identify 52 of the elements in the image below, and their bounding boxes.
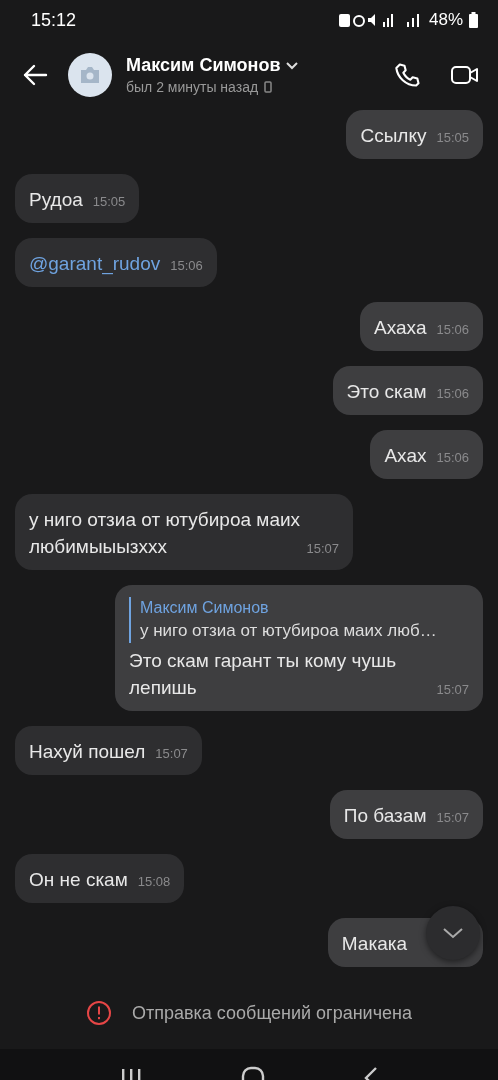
message-text: Ссылку xyxy=(360,125,427,146)
quote-text: у ниго отзиа от ютубироа маих люб… xyxy=(140,620,438,642)
camera-icon xyxy=(79,66,101,84)
message-time: 15:07 xyxy=(155,746,188,762)
message-time: 15:07 xyxy=(436,682,469,698)
message-text: Это скам xyxy=(346,381,427,402)
message-time: 15:07 xyxy=(306,541,339,557)
message-bubble[interactable]: Ахах 15:06 xyxy=(370,430,483,479)
mention-link[interactable]: @garant_rudov xyxy=(29,253,161,274)
phone-device-icon xyxy=(264,81,273,93)
last-seen: был 2 минуты назад xyxy=(126,79,259,95)
message-bubble[interactable]: Максим Симонов у ниго отзиа от ютубироа маих люб… Это скам гарант ты кому чушь лепишь 15:07 xyxy=(115,585,483,711)
message-bubble[interactable]: По базам 15:07 xyxy=(329,790,483,839)
message-time: 15:06 xyxy=(170,258,203,274)
quote-author: Максим Симонов xyxy=(140,598,270,618)
message-bubble[interactable]: Он не скам 15:08 xyxy=(15,854,185,903)
message-text: Ахах xyxy=(384,445,427,466)
status-time: 15:12 xyxy=(31,9,77,31)
contact-name[interactable]: Максим Симонов xyxy=(126,55,281,76)
message-bubble[interactable]: Нахуй пошел 15:07 xyxy=(15,726,202,775)
phone-icon[interactable] xyxy=(394,61,422,89)
message-time: 15:06 xyxy=(436,322,469,338)
avatar[interactable] xyxy=(68,53,112,97)
message-bubble[interactable]: Ссылку 15:05 xyxy=(346,110,483,159)
message-text: Это скам гарант ты кому чушь лепишь xyxy=(129,650,397,698)
message-bubble[interactable]: у ниго отзиа от ютубироа маих любимыыызххх 15:07 xyxy=(15,494,353,570)
message-time: 15:06 xyxy=(436,386,469,402)
video-camera-icon[interactable] xyxy=(450,63,480,87)
message-text: Нахуй пошел xyxy=(29,741,146,762)
restriction-notice: Отправка сообщений ограничена xyxy=(132,1002,412,1024)
message-text: По базам xyxy=(343,805,427,826)
quoted-message[interactable]: Максим Симонов у ниго отзиа от ютубироа маих люб… xyxy=(129,597,469,643)
battery-level: 48% xyxy=(428,10,463,30)
message-time: 15:08 xyxy=(137,874,171,890)
message-bubble[interactable]: Это скам 15:06 xyxy=(332,366,483,415)
warning-icon xyxy=(86,1000,112,1026)
message-text: Ахаха xyxy=(374,317,427,338)
chevron-down-icon xyxy=(443,927,463,939)
message-text: Он не скам xyxy=(29,869,128,890)
message-bubble[interactable]: Рудоа 15:05 xyxy=(15,174,140,223)
chevron-down-icon[interactable] xyxy=(286,61,299,70)
message-text: Макака xyxy=(341,933,407,954)
message-bubble[interactable]: @garant_rudov 15:06 xyxy=(15,238,217,287)
battery-icon xyxy=(469,12,478,28)
message-time: 15:06 xyxy=(436,450,469,466)
message-text: у ниго отзиа от ютубироа маих любимыыызххх xyxy=(29,509,301,557)
message-bubble[interactable]: Ахаха 15:06 xyxy=(360,302,483,351)
message-time: 15:07 xyxy=(436,810,469,826)
message-text: Рудоа xyxy=(29,189,83,210)
message-time: 15:05 xyxy=(92,194,126,210)
message-time: 15:05 xyxy=(436,130,469,146)
back-arrow-icon[interactable] xyxy=(22,64,48,86)
